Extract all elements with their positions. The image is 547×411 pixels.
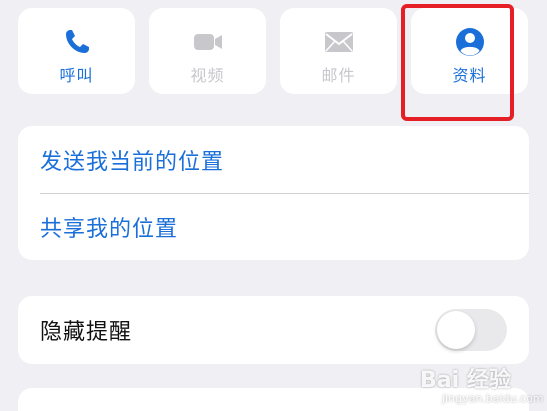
mail-label: 邮件 [321, 66, 356, 85]
toggle-knob [437, 311, 475, 349]
video-label: 视频 [190, 66, 225, 85]
hide-alerts-group: 隐藏提醒 [18, 296, 529, 364]
contact-details-screen: 呼叫 视频 邮件 资料 发送我当前的位置 共享我的位置 隐藏提醒 Bai 经验 … [0, 0, 547, 411]
mail-button[interactable]: 邮件 [280, 8, 397, 94]
location-group: 发送我当前的位置 共享我的位置 [18, 126, 529, 260]
send-current-location-button[interactable]: 发送我当前的位置 [18, 126, 529, 193]
profile-label: 资料 [452, 66, 487, 85]
quick-actions: 呼叫 视频 邮件 资料 [18, 8, 529, 94]
hide-alerts-label: 隐藏提醒 [40, 320, 133, 345]
envelope-icon [324, 32, 353, 52]
phone-icon [65, 30, 89, 53]
profile-button[interactable]: 资料 [411, 8, 528, 94]
hide-alerts-toggle[interactable] [435, 309, 507, 351]
video-camera-icon [193, 34, 222, 50]
call-button[interactable]: 呼叫 [18, 8, 135, 94]
call-label: 呼叫 [59, 66, 94, 85]
share-location-label: 共享我的位置 [40, 216, 179, 242]
person-circle-icon [455, 28, 484, 56]
video-button[interactable]: 视频 [149, 8, 266, 94]
next-group [18, 388, 529, 411]
send-current-location-label: 发送我当前的位置 [40, 149, 225, 175]
share-location-button[interactable]: 共享我的位置 [18, 193, 529, 260]
